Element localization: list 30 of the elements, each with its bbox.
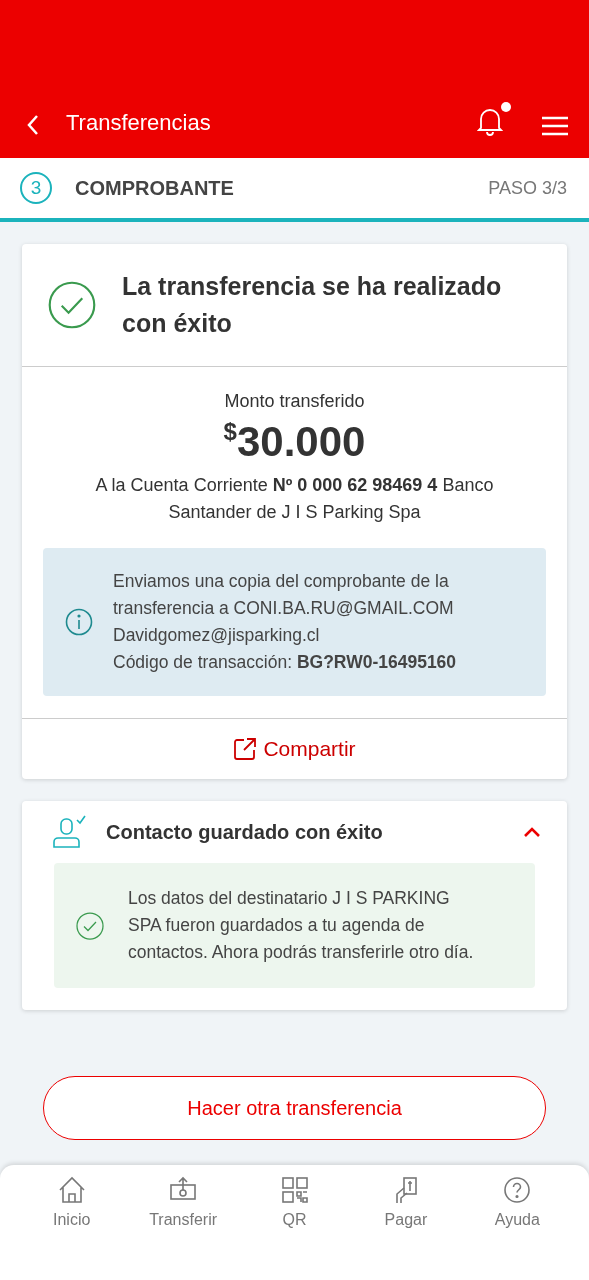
notifications-button[interactable] <box>477 102 511 136</box>
destination-text: A la Cuenta Corriente Nº 0 000 62 98469 4 Banco Santander de J I S Parking Spa <box>94 474 495 524</box>
new-transfer-button[interactable]: Hacer otra transferencia <box>43 1076 546 1140</box>
success-check-icon <box>76 911 104 940</box>
info-text: Enviamos una copia del comprobante de la transferencia a CONI.BA.RU@GMAIL.COM <box>113 570 455 620</box>
share-icon <box>233 737 258 761</box>
collapse-toggle[interactable] <box>523 826 541 838</box>
contact-saved-icon <box>52 815 86 849</box>
menu-button[interactable] <box>541 116 569 136</box>
amount: $30.000 <box>223 418 366 466</box>
contact-message: Los datos del destinatario J I S PARKING SPA fueron guardados a tu agenda de contactos. Ahora podrás transferirle otro día. <box>128 887 475 964</box>
nav-item[interactable]: Ayuda <box>461 1175 574 1237</box>
back-button[interactable] <box>26 114 40 136</box>
page-title: Transferencias <box>66 110 212 136</box>
share-link[interactable]: Compartir <box>233 737 356 761</box>
nav-item[interactable]: Transferir <box>127 1175 239 1237</box>
amount-label: Monto transferido <box>224 391 365 412</box>
step-number: 3 <box>20 172 52 204</box>
nav-item[interactable]: QR <box>238 1175 351 1237</box>
help-icon <box>502 1175 533 1205</box>
step-title: COMPROBANTE <box>75 176 235 200</box>
step-counter: PASO 3/3 <box>488 177 567 199</box>
info-text: Código de transacción: BG?RW0-16495160 <box>113 651 458 674</box>
info-text: Davidgomez@jisparking.cl <box>113 624 321 647</box>
success-title: La transferencia se ha realizado con éxito <box>122 271 503 339</box>
contact-title: Contacto guardado con éxito <box>106 820 384 844</box>
info-icon <box>65 608 93 636</box>
nav-item[interactable]: Pagar <box>350 1175 462 1237</box>
nav-item[interactable]: Inicio <box>16 1175 128 1237</box>
qr-code-icon <box>279 1175 310 1205</box>
